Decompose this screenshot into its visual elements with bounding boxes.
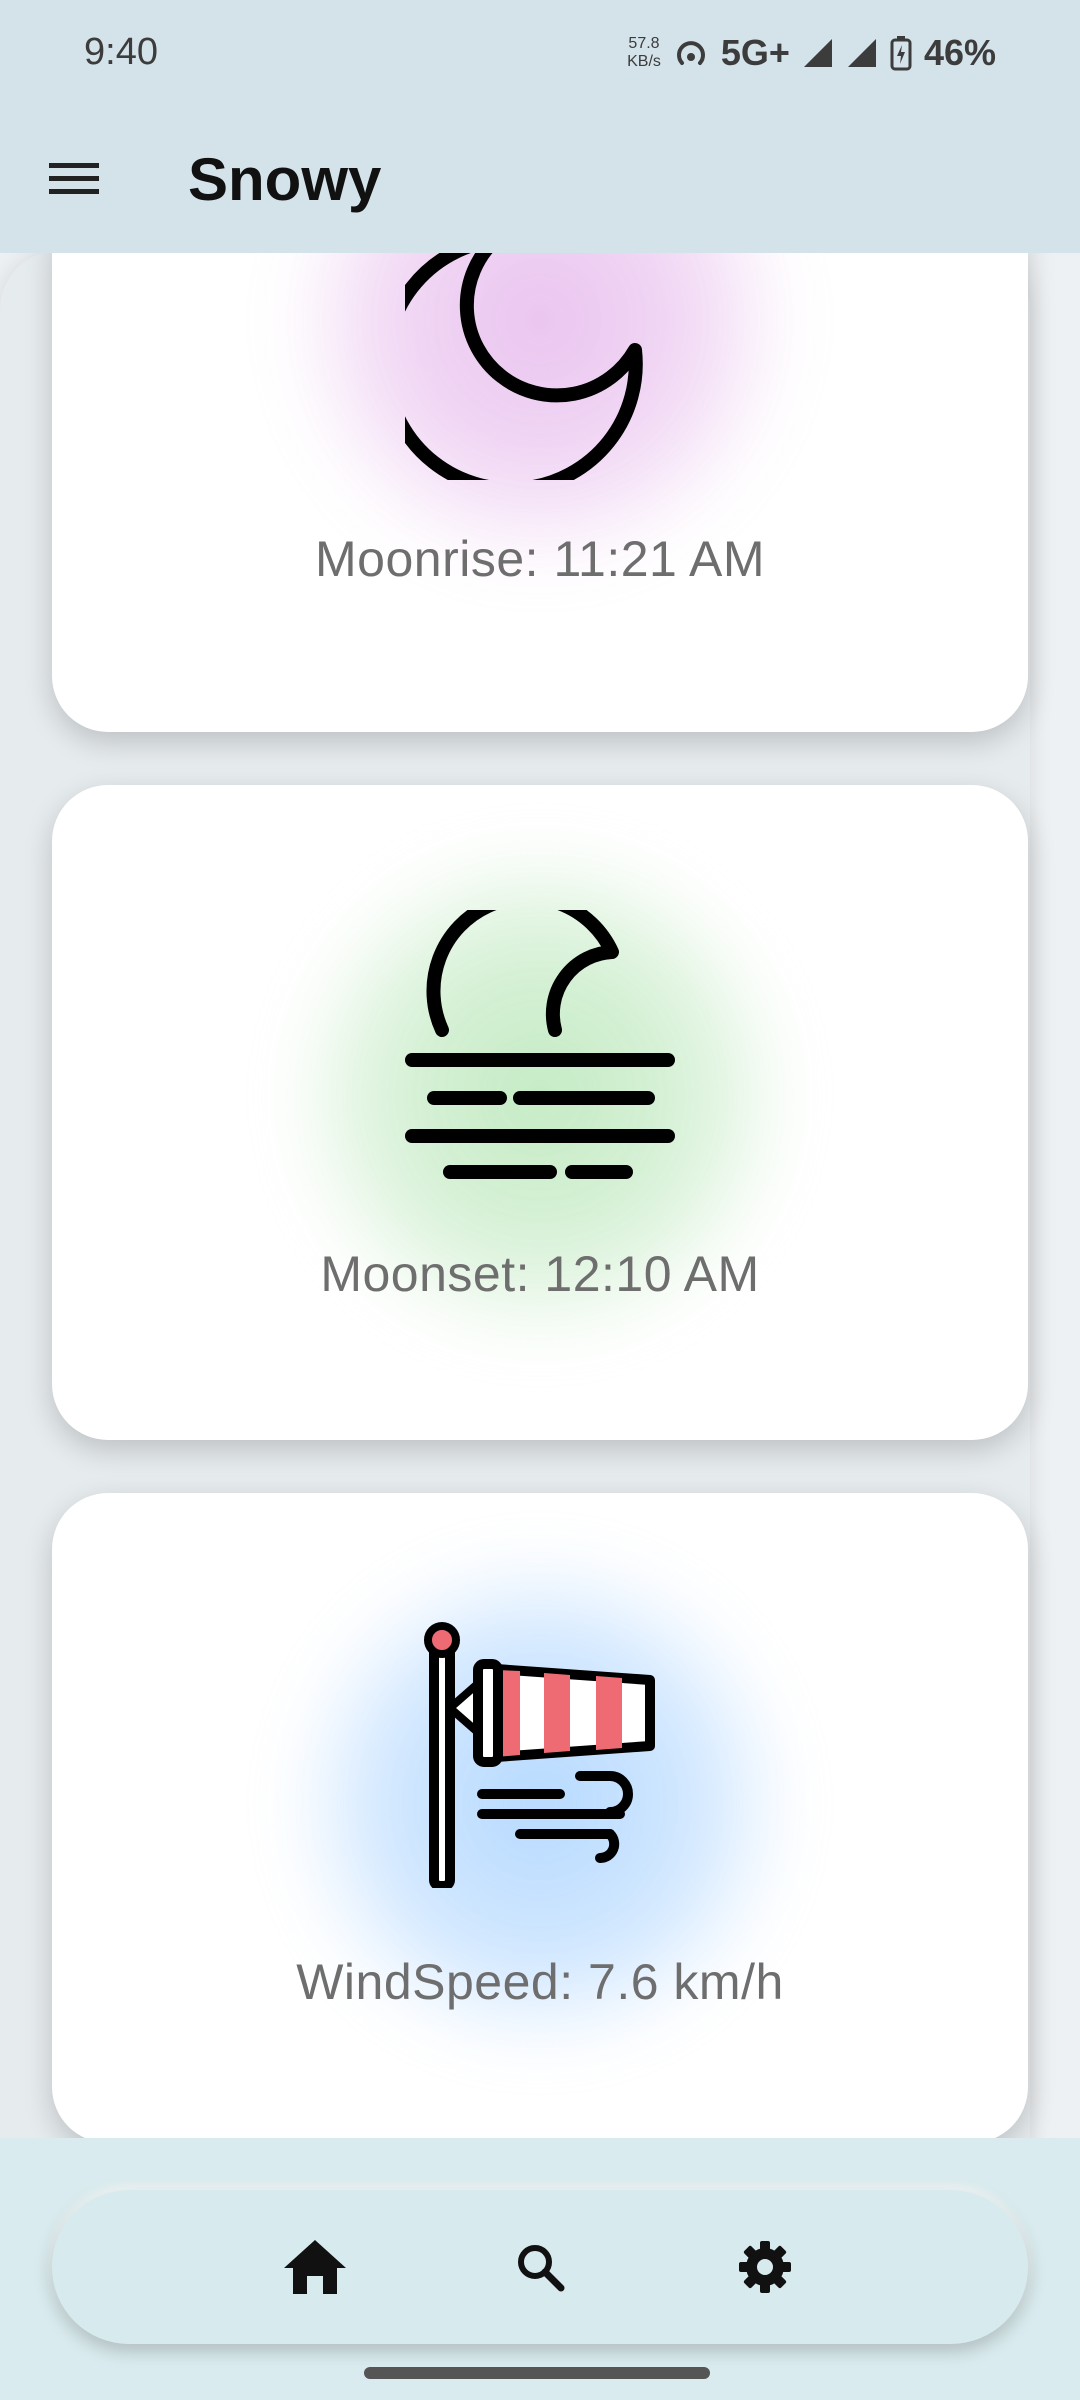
- moonset-icon: [405, 910, 675, 1179]
- menu-button[interactable]: [24, 129, 124, 229]
- menu-icon: [49, 163, 99, 194]
- nav-home-button[interactable]: [270, 2222, 360, 2312]
- status-time: 9:40: [84, 31, 158, 73]
- signal-icon: [847, 38, 876, 67]
- windspeed-card: WindSpeed: 7.6 km/h: [52, 1493, 1028, 2143]
- nav-search-button[interactable]: [495, 2222, 585, 2312]
- battery-level: 46%: [923, 31, 996, 73]
- status-bar: 9:40 57.8 KB/s 5G+ 46%: [0, 0, 1080, 105]
- hotspot-icon: [676, 40, 705, 65]
- network-speed-value: 57.8: [628, 34, 660, 52]
- moonrise-label: Moonrise: 11:21 AM: [315, 531, 765, 587]
- home-icon: [283, 2240, 346, 2294]
- windspeed-label: WindSpeed: 7.6 km/h: [296, 1954, 784, 2010]
- nav-settings-button[interactable]: [720, 2222, 810, 2312]
- moonrise-card: Moonrise: 11:21 AM: [52, 200, 1028, 732]
- bottom-navigation: [52, 2190, 1028, 2344]
- signal-icon: [803, 38, 832, 67]
- network-type: 5G+: [720, 31, 790, 73]
- search-icon: [517, 2245, 565, 2292]
- status-icons: 57.8 KB/s 5G+ 46%: [627, 32, 996, 74]
- windsock-icon: [424, 1622, 655, 1888]
- moon-crescent-icon: [405, 240, 643, 480]
- app-bar: Snowy: [0, 105, 1080, 253]
- gesture-bar[interactable]: [364, 2367, 710, 2379]
- network-speed: 57.8 KB/s: [627, 35, 661, 71]
- gear-icon: [739, 2241, 792, 2293]
- network-speed-unit: KB/s: [627, 52, 661, 70]
- moonset-card: Moonset: 12:10 AM: [52, 785, 1028, 1440]
- battery-icon: [890, 35, 912, 70]
- moonset-label: Moonset: 12:10 AM: [320, 1246, 760, 1302]
- app-title: Snowy: [188, 145, 382, 213]
